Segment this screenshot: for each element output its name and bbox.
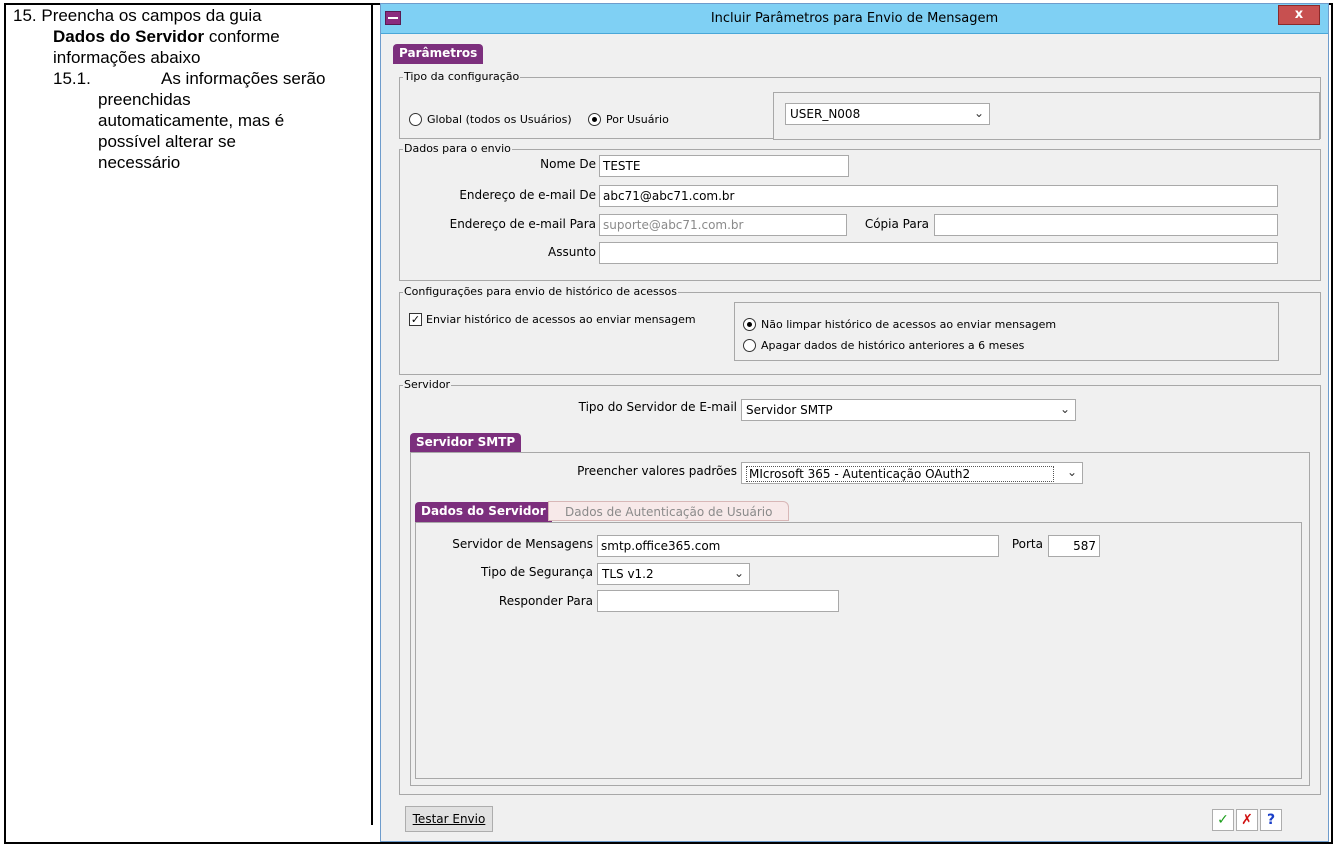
enviar-historico-label: Enviar histórico de acessos ao enviar me… <box>426 313 696 326</box>
radio-nao-limpar[interactable] <box>743 318 756 331</box>
historico-options-panel <box>734 302 1279 361</box>
radio-global[interactable] <box>409 113 422 126</box>
title-bar[interactable]: Incluir Parâmetros para Envio de Mensage… <box>381 4 1328 34</box>
step-15-line2: Dados do Servidor conforme <box>13 26 363 47</box>
copia-para-input[interactable] <box>934 214 1278 236</box>
nome-de-input[interactable]: TESTE <box>599 155 849 177</box>
email-de-label: Endereço de e-mail De <box>459 188 596 202</box>
substep-line1: As informações serão <box>161 69 326 88</box>
responder-para-label: Responder Para <box>498 594 593 608</box>
tipo-configuracao-legend: Tipo da configuração <box>403 70 521 83</box>
email-para-input[interactable]: suporte@abc71.com.br <box>599 214 847 236</box>
dialog-window: Incluir Parâmetros para Envio de Mensage… <box>380 3 1329 842</box>
copia-para-label: Cópia Para <box>864 217 929 231</box>
substep-line2: preenchidas <box>98 90 191 109</box>
cancel-x-icon[interactable]: ✗ <box>1236 809 1258 831</box>
enviar-historico-checkbox[interactable]: ✓ <box>409 313 422 326</box>
tipo-servidor-select[interactable]: Servidor SMTP ⌄ <box>741 399 1076 421</box>
step-15-text: 15. Preencha os campos da guia <box>13 6 262 25</box>
servidor-legend: Servidor <box>403 378 452 391</box>
document-column-divider <box>371 3 373 825</box>
ok-check-icon[interactable]: ✓ <box>1212 809 1234 831</box>
substep-line5: necessário <box>98 153 181 172</box>
tab-dados-servidor[interactable]: Dados do Servidor <box>415 502 552 522</box>
nome-de-label: Nome De <box>540 157 596 171</box>
chevron-down-icon: ⌄ <box>973 106 984 120</box>
substep-line4: possível alterar se <box>98 132 236 151</box>
assunto-label: Assunto <box>548 245 596 259</box>
assunto-input[interactable] <box>599 242 1278 264</box>
substep-line3: automaticamente, mas é <box>98 111 285 130</box>
responder-para-input[interactable] <box>597 590 839 612</box>
dados-servidor-panel <box>415 522 1302 779</box>
chevron-down-icon: ⌄ <box>733 566 744 580</box>
radio-por-usuario[interactable] <box>588 113 601 126</box>
email-de-input[interactable]: abc71@abc71.com.br <box>599 185 1278 207</box>
tab-dados-autenticacao[interactable]: Dados de Autenticação de Usuário <box>548 501 790 521</box>
window-title: Incluir Parâmetros para Envio de Mensage… <box>710 11 999 26</box>
historico-legend: Configurações para envio de histórico de… <box>403 285 678 298</box>
step-15-line1: 15. Preencha os campos da guia <box>13 5 363 26</box>
servidor-mensagens-input[interactable]: smtp.office365.com <box>597 535 999 557</box>
tipo-servidor-label: Tipo do Servidor de E-mail <box>578 400 737 414</box>
email-para-label: Endereço de e-mail Para <box>449 217 596 231</box>
radio-por-usuario-label: Por Usuário <box>606 113 669 126</box>
preencher-value: MIcrosoft 365 - Autenticação OAuth2 <box>746 466 1054 482</box>
substep-15-1: 15.1. As informações serão <box>13 68 363 89</box>
radio-global-label: Global (todos os Usuários) <box>427 113 572 126</box>
user-select-value: USER_N008 <box>790 107 861 121</box>
preencher-select[interactable]: MIcrosoft 365 - Autenticação OAuth2 ⌄ <box>741 462 1083 484</box>
tipo-seguranca-value: TLS v1.2 <box>602 567 654 581</box>
substep-number: 15.1. <box>53 69 91 88</box>
porta-input[interactable]: 587 <box>1048 535 1100 557</box>
radio-apagar-label: Apagar dados de histórico anteriores a 6… <box>761 339 1025 352</box>
radio-apagar[interactable] <box>743 339 756 352</box>
testar-envio-button[interactable]: Testar Envio <box>405 806 493 832</box>
tab-servidor-smtp[interactable]: Servidor SMTP <box>410 433 522 453</box>
porta-label: Porta <box>1011 537 1043 551</box>
step-15-line3: informações abaixo <box>53 48 201 67</box>
user-select[interactable]: USER_N008 ⌄ <box>785 103 990 125</box>
document-instructions: 15. Preencha os campos da guia Dados do … <box>13 5 363 173</box>
tipo-seguranca-select[interactable]: TLS v1.2 ⌄ <box>597 563 750 585</box>
close-button[interactable]: x <box>1278 5 1320 25</box>
servidor-mensagens-label: Servidor de Mensagens <box>452 537 593 551</box>
step-15-bold: Dados do Servidor <box>53 27 205 46</box>
tab-parametros[interactable]: Parâmetros <box>393 44 484 64</box>
tipo-servidor-value: Servidor SMTP <box>746 403 833 417</box>
dados-envio-legend: Dados para o envio <box>403 142 512 155</box>
chevron-down-icon: ⌄ <box>1066 465 1077 479</box>
tipo-seguranca-label: Tipo de Segurança <box>481 565 593 579</box>
step-15-suffix: conforme <box>204 27 280 46</box>
chevron-down-icon: ⌄ <box>1059 402 1070 416</box>
preencher-label: Preencher valores padrões <box>577 464 737 478</box>
help-icon[interactable]: ? <box>1260 809 1282 831</box>
testar-envio-label: Testar Envio <box>412 812 486 826</box>
radio-nao-limpar-label: Não limpar histórico de acessos ao envia… <box>761 318 1057 331</box>
